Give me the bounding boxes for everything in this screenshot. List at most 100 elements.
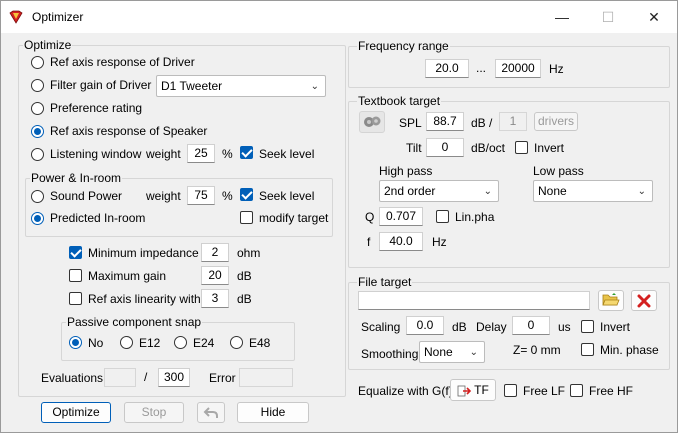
optimizer-window: Optimizer — ☐ ✕ Optimize Ref axis respon…	[0, 0, 678, 433]
delay-input[interactable]: 0	[512, 316, 550, 335]
high-pass-select[interactable]: 2nd order ⌄	[379, 180, 499, 202]
drivers-count-field: 1	[499, 112, 527, 131]
close-button[interactable]: ✕	[631, 1, 677, 33]
textbook-target-label: Textbook target	[357, 94, 442, 108]
delay-unit: us	[558, 320, 571, 334]
modify-target-checkbox[interactable]	[240, 211, 253, 224]
min-impedance-checkbox[interactable]	[69, 246, 82, 259]
spl-input[interactable]: 88.7	[426, 112, 464, 131]
ref-linearity-checkbox[interactable]	[69, 292, 82, 305]
filter-gain-driver-radio[interactable]	[31, 79, 44, 92]
high-pass-label: High pass	[379, 164, 433, 178]
scaling-label: Scaling	[361, 320, 401, 334]
evaluations-label: Evaluations	[41, 371, 104, 385]
f-unit: Hz	[432, 235, 447, 249]
scaling-input[interactable]: 0.0	[406, 316, 444, 335]
ref-axis-speaker-radio[interactable]	[31, 125, 44, 138]
red-x-icon	[637, 294, 651, 308]
q-label: Q	[365, 210, 375, 224]
smoothing-select[interactable]: None ⌄	[419, 341, 485, 363]
minimize-button[interactable]: —	[539, 1, 585, 33]
low-pass-label: Low pass	[533, 164, 584, 178]
ref-axis-driver-label: Ref axis response of Driver	[50, 55, 195, 69]
q-input[interactable]: 0.707	[379, 207, 423, 226]
stop-button[interactable]: Stop	[124, 402, 184, 423]
title-bar: Optimizer — ☐ ✕	[1, 1, 677, 33]
snap-e24-radio[interactable]	[174, 336, 187, 349]
open-file-button[interactable]	[598, 290, 624, 311]
file-path-input[interactable]	[358, 291, 590, 310]
snap-e12-radio[interactable]	[120, 336, 133, 349]
speaker-group-icon	[364, 116, 381, 127]
max-gain-checkbox[interactable]	[69, 269, 82, 282]
spl-label: SPL	[399, 116, 422, 130]
file-target-label: File target	[357, 275, 413, 289]
freq-max-input[interactable]: 20000	[495, 59, 541, 78]
tilt-input[interactable]: 0	[426, 138, 464, 157]
snap-no-radio[interactable]	[69, 336, 82, 349]
free-hf-checkbox[interactable]	[570, 384, 583, 397]
spl-db-slash: dB /	[471, 116, 493, 130]
tilt-label: Tilt	[406, 141, 422, 155]
folder-open-icon	[602, 293, 620, 306]
ohm-label: ohm	[237, 246, 261, 260]
free-hf-label: Free HF	[589, 384, 634, 398]
tilt-unit: dB/oct	[471, 141, 506, 155]
f-label: f	[367, 235, 371, 249]
undo-button[interactable]	[197, 402, 225, 423]
evaluations-max-input[interactable]: 300	[158, 368, 190, 387]
lin-pha-checkbox[interactable]	[436, 210, 449, 223]
free-lf-checkbox[interactable]	[504, 384, 517, 397]
max-gain-label: Maximum gain	[88, 269, 167, 283]
preference-rating-label: Preference rating	[50, 101, 143, 115]
snap-e24-label: E24	[193, 336, 215, 350]
f-input[interactable]: 40.0	[379, 232, 423, 251]
hide-button[interactable]: Hide	[237, 402, 309, 423]
free-lf-label: Free LF	[523, 384, 566, 398]
file-invert-label: Invert	[600, 320, 631, 334]
snap-e48-radio[interactable]	[230, 336, 243, 349]
delay-label: Delay	[476, 320, 507, 334]
min-phase-label: Min. phase	[600, 343, 659, 357]
listening-window-label: Listening window	[50, 147, 142, 161]
sound-power-radio[interactable]	[31, 190, 44, 203]
snap-group-label: Passive component snap	[66, 315, 203, 329]
drivers-button[interactable]: drivers	[534, 112, 578, 131]
lw-seek-level-label: Seek level	[259, 147, 315, 161]
chevron-down-icon: ⌄	[469, 347, 478, 358]
snap-no-label: No	[88, 336, 104, 350]
modify-target-label: modify target	[259, 211, 329, 225]
max-gain-input[interactable]: 20	[201, 266, 229, 285]
freq-range-dots: ...	[476, 61, 487, 75]
tf-button[interactable]: TF	[450, 379, 496, 401]
driver-select[interactable]: D1 Tweeter ⌄	[156, 75, 326, 97]
high-pass-value: 2nd order	[384, 184, 436, 198]
low-pass-select[interactable]: None ⌄	[533, 180, 653, 202]
error-label: Error	[209, 371, 236, 385]
maximize-button[interactable]: ☐	[585, 1, 631, 33]
clear-file-button[interactable]	[631, 290, 657, 311]
smoothing-label: Smoothing	[361, 347, 419, 361]
speaker-preset-button[interactable]	[359, 111, 385, 133]
predicted-inroom-radio[interactable]	[31, 212, 44, 225]
min-impedance-input[interactable]: 2	[201, 243, 229, 262]
ref-axis-driver-radio[interactable]	[31, 56, 44, 69]
preference-rating-radio[interactable]	[31, 102, 44, 115]
close-icon: ✕	[648, 8, 660, 25]
lw-weight-input[interactable]: 25	[187, 144, 215, 163]
min-phase-checkbox[interactable]	[581, 343, 594, 356]
sp-weight-input[interactable]: 75	[187, 186, 215, 205]
tf-label: TF	[474, 383, 489, 397]
ref-linearity-unit: dB	[237, 292, 252, 306]
listening-window-radio[interactable]	[31, 148, 44, 161]
file-invert-checkbox[interactable]	[581, 320, 594, 333]
lw-seek-level-checkbox[interactable]	[240, 146, 253, 159]
lin-pha-label: Lin.pha	[455, 210, 495, 224]
sp-seek-level-checkbox[interactable]	[240, 188, 253, 201]
freq-min-input[interactable]: 20.0	[425, 59, 469, 78]
tilt-invert-checkbox[interactable]	[515, 141, 528, 154]
error-field	[239, 368, 293, 387]
sp-weight-label: weight	[146, 189, 181, 203]
optimize-button[interactable]: Optimize	[41, 402, 111, 423]
ref-linearity-input[interactable]: 3	[201, 289, 229, 308]
